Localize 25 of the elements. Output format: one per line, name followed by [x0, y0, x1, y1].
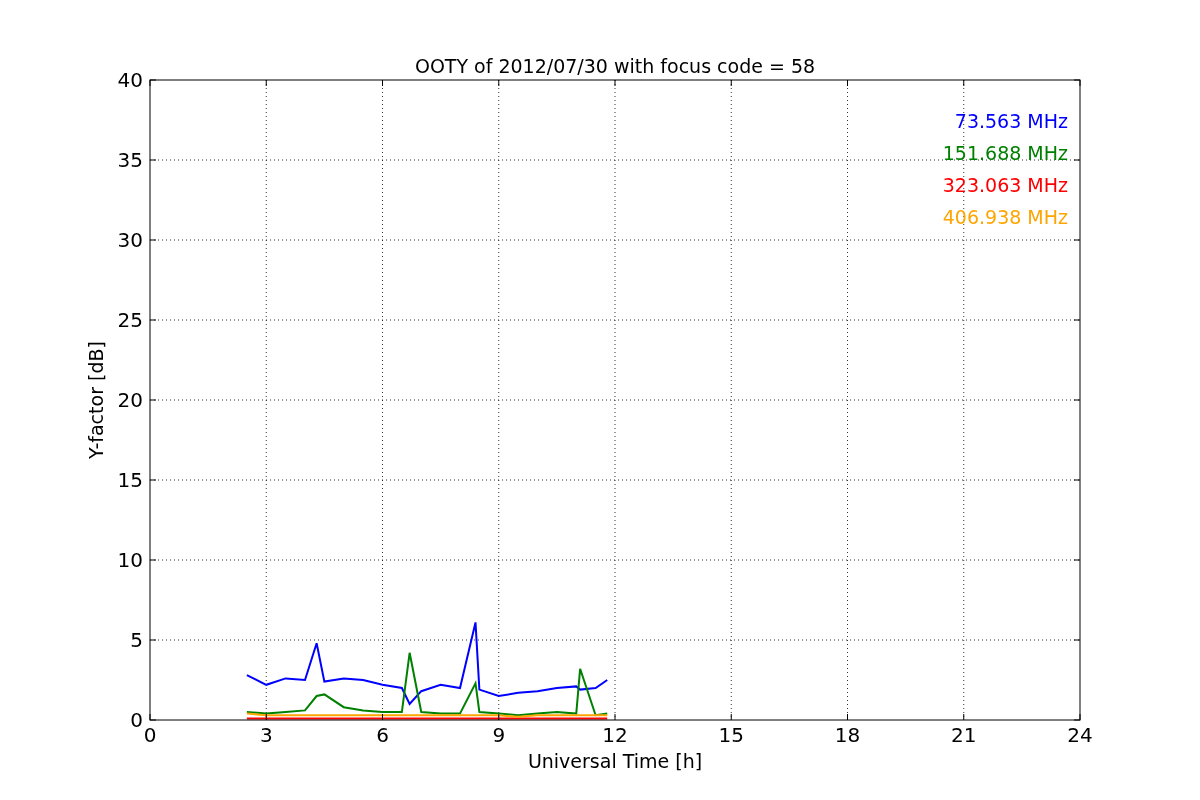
x-tick-label: 21 [951, 723, 977, 747]
x-tick-label: 12 [602, 723, 628, 747]
legend-label: 406.938 MHz [942, 206, 1068, 228]
y-tick-label: 20 [117, 388, 143, 412]
x-tick-label: 9 [492, 723, 506, 747]
x-tick-label: 18 [834, 723, 861, 747]
x-tick-label: 6 [376, 723, 389, 747]
legend-label: 151.688 MHz [942, 142, 1068, 164]
y-tick-label: 5 [130, 628, 143, 652]
x-tick-label: 3 [259, 723, 273, 747]
y-tick-label: 25 [117, 308, 143, 332]
y-tick-label: 0 [130, 708, 143, 732]
x-tick-label: 0 [143, 723, 157, 747]
y-tick-label: 15 [117, 468, 143, 492]
y-axis-label: Y-factor [dB] [85, 341, 107, 459]
x-tick-label: 15 [718, 723, 744, 747]
y-tick-label: 10 [117, 548, 143, 572]
x-tick-label: 24 [1067, 723, 1093, 747]
x-axis-label: Universal Time [h] [527, 750, 703, 772]
legend-label: 73.563 MHz [954, 110, 1068, 132]
y-tick-label: 35 [117, 148, 143, 172]
y-tick-label: 30 [117, 228, 143, 252]
y-tick-label: 40 [117, 68, 143, 92]
legend-label: 323.063 MHz [942, 174, 1068, 196]
chart-title: OOTY of 2012/07/30 with focus code = 58 [414, 55, 816, 77]
